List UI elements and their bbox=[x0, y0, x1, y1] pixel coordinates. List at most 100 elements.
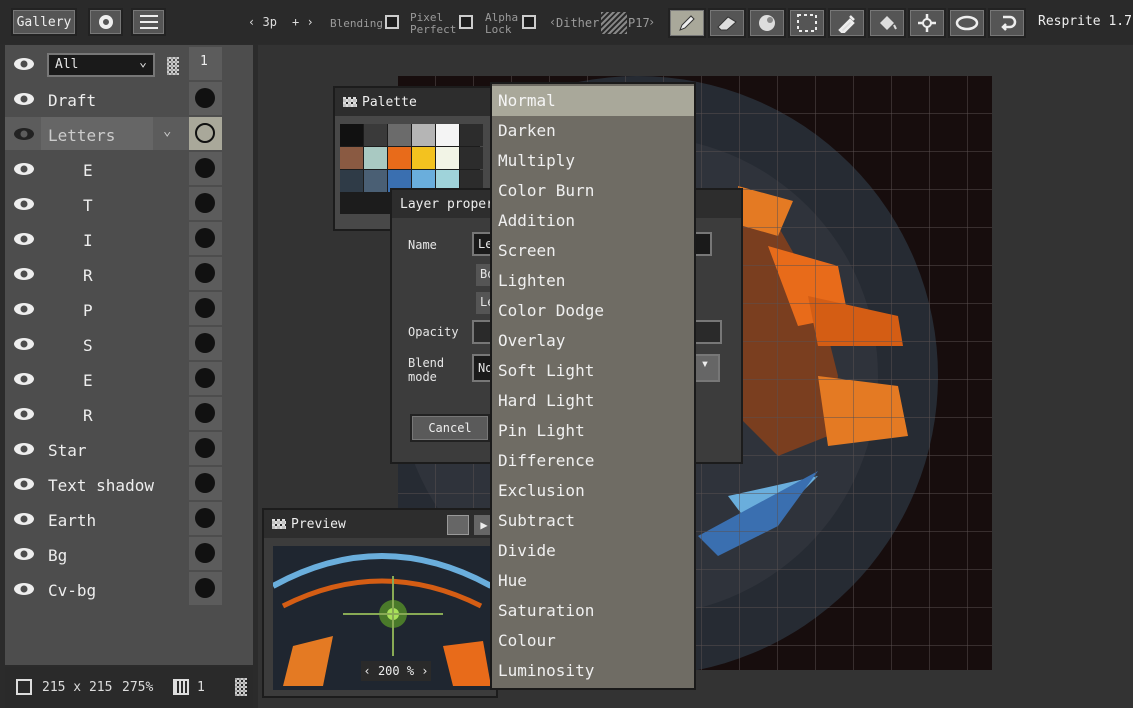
layer-filter-select[interactable]: All ⌄ bbox=[47, 53, 155, 77]
selection-tool-button[interactable] bbox=[788, 8, 826, 38]
layer-row[interactable]: P bbox=[5, 292, 253, 327]
palette-swatch[interactable] bbox=[412, 124, 435, 146]
layer-row[interactable]: R bbox=[5, 257, 253, 292]
palette-swatch[interactable] bbox=[364, 124, 387, 146]
layer-group-row-selected[interactable]: Letters ⌄ bbox=[5, 117, 253, 152]
cancel-button[interactable]: Cancel bbox=[410, 414, 490, 442]
layer-cel[interactable] bbox=[189, 397, 222, 430]
layer-row[interactable]: S bbox=[5, 327, 253, 362]
palette-swatch[interactable] bbox=[460, 147, 483, 169]
blend-mode-option[interactable]: Divide bbox=[492, 536, 694, 566]
eye-icon[interactable] bbox=[13, 371, 35, 387]
layer-cel[interactable] bbox=[189, 432, 222, 465]
layer-row[interactable]: E bbox=[5, 362, 253, 397]
blend-mode-option[interactable]: Multiply bbox=[492, 146, 694, 176]
palette-titlebar[interactable]: Palette bbox=[335, 88, 491, 116]
eye-icon[interactable] bbox=[13, 196, 35, 212]
blend-mode-option[interactable]: Difference bbox=[492, 446, 694, 476]
layer-cel[interactable] bbox=[189, 292, 222, 325]
palette-swatch[interactable] bbox=[364, 147, 387, 169]
blend-mode-dropdown[interactable]: Normal Darken Multiply Color Burn Addition Sc… bbox=[490, 82, 696, 690]
move-arrows-icon[interactable]: + › bbox=[292, 15, 314, 29]
layer-cel[interactable] bbox=[189, 572, 222, 605]
eye-icon[interactable] bbox=[13, 126, 35, 142]
ellipse-tool-button[interactable] bbox=[948, 8, 986, 38]
layer-cel[interactable] bbox=[189, 222, 222, 255]
layer-row[interactable]: R bbox=[5, 397, 253, 432]
layer-cel[interactable] bbox=[189, 82, 222, 115]
eye-icon[interactable] bbox=[13, 546, 35, 562]
palette-swatch[interactable] bbox=[460, 124, 483, 146]
eye-icon[interactable] bbox=[13, 441, 35, 457]
eye-icon[interactable] bbox=[13, 581, 35, 597]
pixel-perfect-checkbox[interactable] bbox=[459, 15, 473, 29]
layer-row[interactable]: Earth bbox=[5, 502, 253, 537]
eye-icon[interactable] bbox=[13, 91, 35, 107]
rotate-tool-button[interactable] bbox=[988, 8, 1026, 38]
eye-icon[interactable] bbox=[13, 406, 35, 422]
drag-grip-icon[interactable] bbox=[343, 97, 357, 107]
layer-row[interactable]: Star bbox=[5, 432, 253, 467]
blend-mode-option[interactable]: Color Dodge bbox=[492, 296, 694, 326]
palette-swatch[interactable] bbox=[436, 147, 459, 169]
palette-swatch[interactable] bbox=[436, 124, 459, 146]
blend-mode-option[interactable]: Color Burn bbox=[492, 176, 694, 206]
preview-titlebar[interactable]: Preview ▶ bbox=[264, 510, 496, 538]
palette-swatch[interactable] bbox=[340, 147, 363, 169]
pencil-tool-button[interactable] bbox=[668, 8, 706, 38]
blend-mode-option[interactable]: Hard Light bbox=[492, 386, 694, 416]
blend-mode-option[interactable]: Exclusion bbox=[492, 476, 694, 506]
frame-number-cell[interactable]: 1 bbox=[189, 47, 222, 80]
eye-icon[interactable] bbox=[13, 336, 35, 352]
blend-mode-option[interactable]: Addition bbox=[492, 206, 694, 236]
brush-size-control[interactable]: ‹ 3p bbox=[248, 15, 277, 29]
adjustments-button[interactable] bbox=[131, 8, 166, 36]
fill-tool-button[interactable] bbox=[748, 8, 786, 38]
layer-cel[interactable] bbox=[189, 152, 222, 185]
eraser-tool-button[interactable] bbox=[708, 8, 746, 38]
layer-row[interactable]: Bg bbox=[5, 537, 253, 572]
eye-icon[interactable] bbox=[13, 231, 35, 247]
palette-swatch[interactable] bbox=[388, 124, 411, 146]
blend-mode-option[interactable]: Lighten bbox=[492, 266, 694, 296]
canvas-size-icon[interactable] bbox=[16, 679, 32, 695]
eyedropper-tool-button[interactable] bbox=[828, 8, 866, 38]
layer-cel[interactable] bbox=[189, 362, 222, 395]
blend-mode-option[interactable]: Screen bbox=[492, 236, 694, 266]
preview-zoom-control[interactable]: ‹ 200 % › bbox=[361, 661, 431, 681]
palette-swatch[interactable] bbox=[340, 170, 363, 192]
blend-mode-option[interactable]: Subtract bbox=[492, 506, 694, 536]
blend-mode-option[interactable]: Colour bbox=[492, 626, 694, 656]
eye-icon[interactable] bbox=[13, 266, 35, 282]
layer-cel[interactable] bbox=[189, 537, 222, 570]
palette-swatch[interactable] bbox=[340, 124, 363, 146]
layer-row[interactable]: Draft bbox=[5, 82, 253, 117]
blend-mode-option[interactable]: Pin Light bbox=[492, 416, 694, 446]
eye-icon[interactable] bbox=[13, 476, 35, 492]
blending-checkbox[interactable] bbox=[385, 15, 399, 29]
menu-grid-icon[interactable] bbox=[235, 678, 247, 696]
layer-row[interactable]: Text shadow bbox=[5, 467, 253, 502]
layer-cel[interactable] bbox=[189, 257, 222, 290]
move-tool-button[interactable] bbox=[908, 8, 946, 38]
grid-toggle-icon[interactable] bbox=[447, 515, 469, 535]
alpha-lock-checkbox[interactable] bbox=[522, 15, 536, 29]
layer-cel[interactable] bbox=[189, 327, 222, 360]
grid-icon[interactable] bbox=[167, 57, 179, 75]
chevron-left-icon[interactable]: ‹ bbox=[248, 15, 255, 29]
frames-icon[interactable] bbox=[173, 679, 189, 695]
chevron-down-icon[interactable]: ⌄ bbox=[163, 123, 171, 139]
blend-mode-option[interactable]: Luminosity bbox=[492, 656, 694, 686]
layer-row[interactable]: E bbox=[5, 152, 253, 187]
layer-cel[interactable] bbox=[189, 117, 222, 150]
eye-icon[interactable] bbox=[13, 301, 35, 317]
bucket-tool-button[interactable] bbox=[868, 8, 906, 38]
blend-mode-option[interactable]: Normal bbox=[492, 86, 694, 116]
palette-swatch[interactable] bbox=[412, 147, 435, 169]
layer-row[interactable]: T bbox=[5, 187, 253, 222]
drag-grip-icon[interactable] bbox=[272, 519, 286, 529]
settings-button[interactable] bbox=[88, 8, 123, 36]
layer-cel[interactable] bbox=[189, 502, 222, 535]
palette-swatch[interactable] bbox=[388, 147, 411, 169]
dither-next-icon[interactable]: › bbox=[648, 16, 655, 28]
